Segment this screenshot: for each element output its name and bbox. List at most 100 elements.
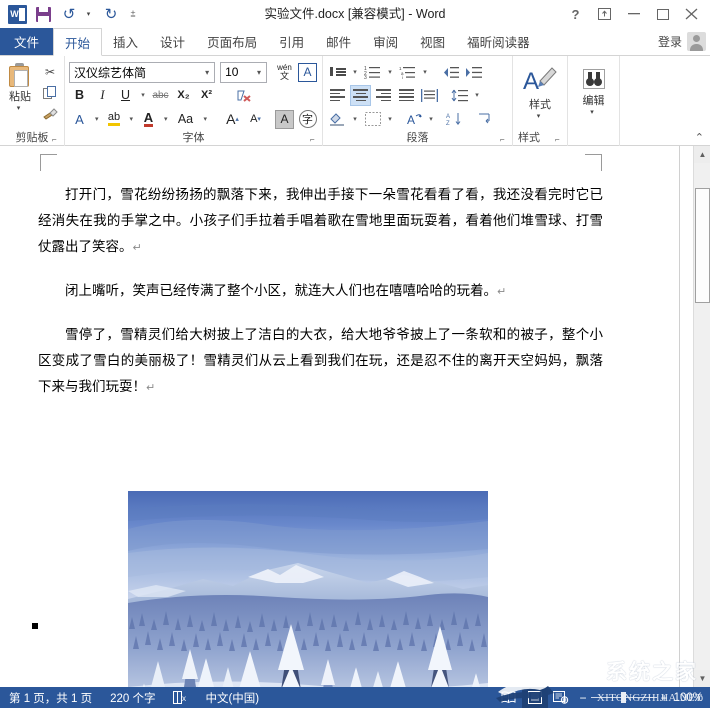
word-count[interactable]: 220 个字 xyxy=(101,690,164,706)
tab-mailings[interactable]: 邮件 xyxy=(315,28,362,55)
bold-button[interactable]: B xyxy=(69,85,90,106)
shading-dropdown-icon[interactable]: ▾ xyxy=(350,115,360,123)
scroll-up-button[interactable]: ▲ xyxy=(694,146,710,163)
styles-dropdown-icon[interactable]: ▾ xyxy=(537,112,541,120)
bullets-dropdown-icon[interactable]: ▾ xyxy=(350,68,360,76)
redo-icon[interactable]: ↻ xyxy=(99,3,123,25)
zoom-slider[interactable]: − + xyxy=(574,691,674,705)
borders-icon[interactable] xyxy=(362,109,383,130)
text-effects-icon[interactable]: A xyxy=(69,109,90,130)
tab-file[interactable]: 文件 xyxy=(0,28,54,55)
highlight-dropdown-icon[interactable]: ▾ xyxy=(127,115,137,123)
enclose-characters-icon[interactable]: 字 xyxy=(297,109,318,130)
web-layout-view-button[interactable] xyxy=(548,687,574,708)
zoom-out-button[interactable]: − xyxy=(580,691,587,705)
paragraph-1[interactable]: 打开门，雪花纷纷扬扬的飘落下来，我伸出手接下一朵雪花看看了看，我还没看完时它已经… xyxy=(38,182,603,261)
tab-home[interactable]: 开始 xyxy=(53,28,103,56)
minimize-button[interactable] xyxy=(619,1,648,27)
help-button[interactable]: ? xyxy=(561,1,590,27)
tab-design[interactable]: 设计 xyxy=(149,28,196,55)
document-image[interactable]: ↵ xyxy=(128,491,488,687)
undo-dropdown-icon[interactable]: ▾ xyxy=(83,3,97,25)
tab-page-layout[interactable]: 页面布局 xyxy=(196,28,268,55)
paragraph-2[interactable]: 闭上嘴听，笑声已经传满了整个小区，就连大人们也在嘻嘻哈哈的玩着。↵ xyxy=(38,278,603,305)
zoom-track[interactable] xyxy=(590,692,657,703)
bullets-icon[interactable] xyxy=(327,62,348,83)
tab-references[interactable]: 引用 xyxy=(268,28,315,55)
align-center-button[interactable] xyxy=(350,84,371,106)
document-area[interactable]: 打开门，雪花纷纷扬扬的飘落下来，我伸出手接下一朵雪花看看了看，我还没看完时它已经… xyxy=(0,146,710,687)
clipboard-dialog-launcher[interactable]: ⌐ xyxy=(52,135,61,144)
cut-icon[interactable]: ✂ xyxy=(39,62,61,82)
signin-area[interactable]: 登录 xyxy=(658,28,710,55)
grow-font-icon[interactable]: A ▴ xyxy=(222,109,243,130)
character-shading-icon[interactable]: A xyxy=(274,109,295,130)
undo-icon[interactable]: ↺ xyxy=(57,3,81,25)
font-size-dropdown-icon[interactable]: ▾ xyxy=(254,68,264,77)
collapse-ribbon-icon[interactable]: ⌃ xyxy=(695,131,704,144)
numbering-dropdown-icon[interactable]: ▾ xyxy=(385,68,395,76)
editing-dropdown-icon[interactable]: ▾ xyxy=(590,108,594,116)
document-body[interactable]: 打开门，雪花纷纷扬扬的飘落下来，我伸出手接下一朵雪花看看了看，我还没看完时它已经… xyxy=(38,182,603,418)
vertical-scrollbar[interactable]: ▲ ▼ xyxy=(693,146,710,687)
format-painter-icon[interactable] xyxy=(39,104,61,124)
scrollbar-thumb[interactable] xyxy=(695,188,710,303)
superscript-button[interactable]: X² xyxy=(196,85,217,106)
show-formatting-marks-icon[interactable] xyxy=(473,109,494,130)
numbering-icon[interactable]: 123 xyxy=(362,62,383,83)
character-border-icon[interactable]: A xyxy=(297,62,318,83)
underline-button[interactable]: U xyxy=(115,85,136,106)
subscript-button[interactable]: X₂ xyxy=(173,85,194,106)
line-spacing-icon[interactable] xyxy=(449,85,470,106)
save-icon[interactable] xyxy=(31,3,55,25)
scroll-down-button[interactable]: ▼ xyxy=(694,670,710,687)
change-case-icon[interactable]: Aa xyxy=(173,109,199,130)
underline-dropdown-icon[interactable]: ▾ xyxy=(138,91,148,99)
paragraph-3[interactable]: 雪停了，雪精灵们给大树披上了洁白的大衣，给大地爷爷披上了一条软和的被子，整个小区… xyxy=(38,322,603,401)
asian-layout-dropdown-icon[interactable]: ▾ xyxy=(426,115,436,123)
paste-dropdown-icon[interactable]: ▾ xyxy=(17,104,21,112)
align-right-button[interactable] xyxy=(373,85,394,106)
clear-formatting-icon[interactable] xyxy=(233,85,254,106)
language-indicator[interactable]: 中文(中国) xyxy=(196,690,268,706)
justify-button[interactable] xyxy=(396,85,417,106)
increase-indent-icon[interactable] xyxy=(463,62,484,83)
tab-review[interactable]: 审阅 xyxy=(362,28,409,55)
change-case-dropdown-icon[interactable]: ▾ xyxy=(201,115,211,123)
ribbon-display-options-icon[interactable] xyxy=(590,1,619,27)
page-indicator[interactable]: 第 1 页，共 1 页 xyxy=(0,690,101,706)
font-dialog-launcher[interactable]: ⌐ xyxy=(310,135,319,144)
distribute-button[interactable] xyxy=(419,85,440,106)
read-mode-view-button[interactable] xyxy=(496,687,522,708)
italic-button[interactable]: I xyxy=(92,85,113,106)
asian-layout-icon[interactable]: A xyxy=(403,109,424,130)
spellcheck-icon[interactable]: x xyxy=(164,691,196,704)
editing-button[interactable]: 编辑 ▾ xyxy=(570,63,618,116)
font-name-input[interactable]: 汉仪综艺体简 ▾ xyxy=(69,61,216,83)
styles-dialog-launcher[interactable]: ⌐ xyxy=(555,135,564,144)
strikethrough-button[interactable]: abc xyxy=(150,85,171,106)
phonetic-guide-icon[interactable]: wén 文 xyxy=(274,62,295,83)
tab-foxit-reader[interactable]: 福昕阅读器 xyxy=(456,28,541,55)
print-layout-view-button[interactable] xyxy=(521,687,548,708)
align-left-button[interactable] xyxy=(327,85,348,106)
line-spacing-dropdown-icon[interactable]: ▾ xyxy=(472,91,482,99)
sort-icon[interactable]: AZ xyxy=(444,109,465,130)
styles-button[interactable]: A 样式 ▾ xyxy=(516,61,564,120)
font-color-dropdown-icon[interactable]: ▾ xyxy=(161,115,171,123)
font-name-dropdown-icon[interactable]: ▾ xyxy=(202,68,212,77)
word-app-icon[interactable]: W xyxy=(5,3,29,25)
shading-icon[interactable] xyxy=(327,109,348,130)
font-color-icon[interactable]: A xyxy=(138,109,159,130)
text-effects-dropdown-icon[interactable]: ▾ xyxy=(92,115,102,123)
highlight-icon[interactable]: ab xyxy=(104,109,125,130)
zoom-handle[interactable] xyxy=(620,692,626,703)
multilevel-list-dropdown-icon[interactable]: ▾ xyxy=(420,68,430,76)
shrink-font-icon[interactable]: A ▾ xyxy=(245,109,266,130)
borders-dropdown-icon[interactable]: ▾ xyxy=(385,115,395,123)
multilevel-list-icon[interactable]: 1ai xyxy=(397,62,418,83)
decrease-indent-icon[interactable] xyxy=(440,62,461,83)
paragraph-dialog-launcher[interactable]: ⌐ xyxy=(500,135,509,144)
copy-icon[interactable] xyxy=(39,83,61,103)
avatar[interactable] xyxy=(687,32,706,51)
